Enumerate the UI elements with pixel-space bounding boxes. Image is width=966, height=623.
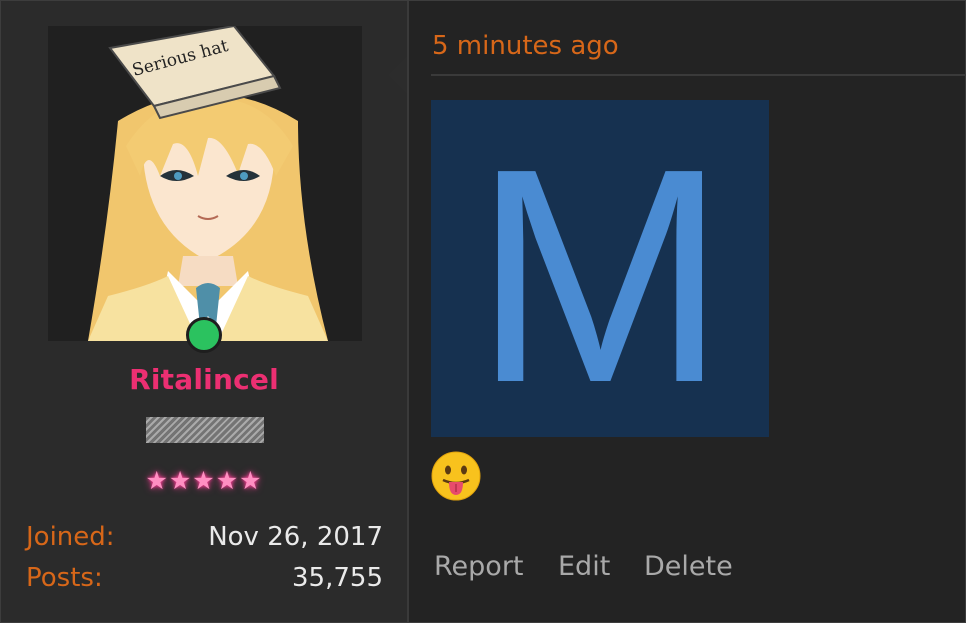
edit-button[interactable]: Edit <box>558 551 610 582</box>
user-rating-stars: ★★★★★ <box>145 466 263 495</box>
delete-button[interactable]: Delete <box>644 551 733 582</box>
joined-label: Joined: <box>26 522 115 552</box>
user-avatar[interactable]: Serious hat <box>48 26 362 341</box>
joined-value: Nov 26, 2017 <box>208 522 383 552</box>
header-divider <box>431 74 966 76</box>
report-button[interactable]: Report <box>434 551 524 582</box>
posts-label: Posts: <box>26 563 103 593</box>
post-timestamp[interactable]: 5 minutes ago <box>432 31 619 61</box>
speech-pointer <box>388 56 407 94</box>
user-panel: Serious hat Ritalincel ★★★★★ Joined: Nov… <box>1 1 409 622</box>
tongue-out-emoji-icon <box>431 451 481 501</box>
post-image-graphic: M <box>431 100 769 437</box>
post-image[interactable]: M <box>431 100 769 437</box>
posts-value[interactable]: 35,755 <box>292 563 383 593</box>
avatar-illustration: Serious hat <box>48 26 362 341</box>
username-link[interactable]: Ritalincel <box>1 363 407 396</box>
online-status-indicator <box>186 317 222 353</box>
user-title-banner <box>146 417 264 443</box>
post-image-letter: M <box>473 105 727 437</box>
post-container: Serious hat Ritalincel ★★★★★ Joined: Nov… <box>0 0 966 623</box>
